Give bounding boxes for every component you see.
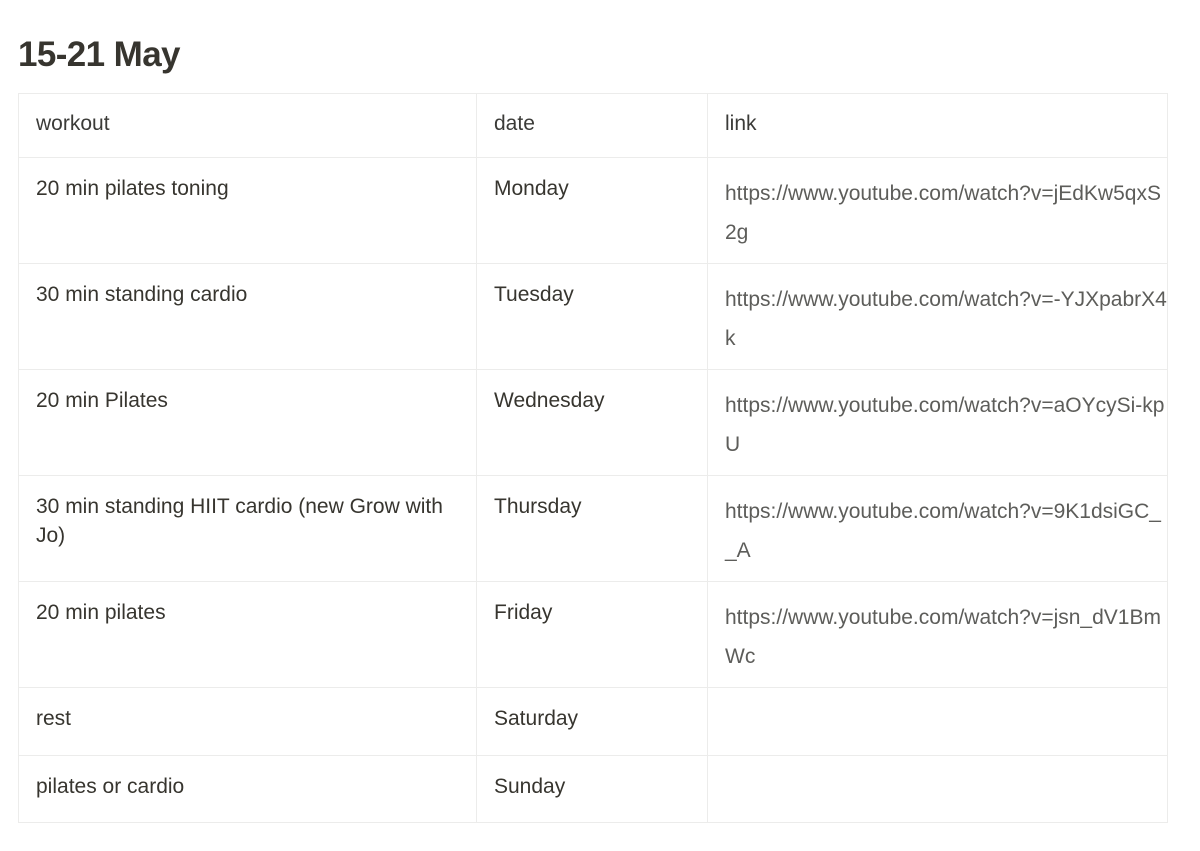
workout-text: 20 min pilates toning [36,177,229,200]
table-row: pilates or cardio Sunday [18,755,1168,823]
cell-link[interactable] [707,687,1168,756]
table-row: 20 min pilates Friday https://www.youtub… [18,581,1168,688]
workout-text: pilates or cardio [36,775,185,798]
table-body: 20 min pilates toning Monday https://www… [18,157,1168,823]
workout-text: 20 min pilates [36,601,166,624]
page-title: 15-21 May [18,35,181,75]
column-header-date[interactable]: date [476,93,708,158]
cell-date[interactable]: Thursday [476,475,708,582]
cell-workout[interactable]: pilates or cardio [18,755,477,823]
date-text: Friday [494,601,553,624]
table-header: workout date link [18,93,1168,158]
cell-date[interactable]: Wednesday [476,369,708,476]
youtube-link[interactable]: https://www.youtube.com/watch?v=9K1dsiGC… [725,500,1161,562]
table-header-row: workout date link [18,93,1168,158]
date-text: Wednesday [494,389,605,412]
date-text: Tuesday [494,283,574,306]
table-row: 20 min pilates toning Monday https://www… [18,157,1168,264]
cell-workout[interactable]: 20 min pilates [18,581,477,688]
table-row: 30 min standing HIIT cardio (new Grow wi… [18,475,1168,582]
table-row: 20 min Pilates Wednesday https://www.you… [18,369,1168,476]
workout-text: rest [36,707,72,730]
table-row: rest Saturday [18,687,1168,756]
column-header-workout[interactable]: workout [18,93,477,158]
cell-date[interactable]: Sunday [476,755,708,823]
cell-date[interactable]: Monday [476,157,708,264]
cell-link[interactable]: https://www.youtube.com/watch?v=jEdKw5qx… [707,157,1168,264]
cell-link[interactable]: https://www.youtube.com/watch?v=jsn_dV1B… [707,581,1168,688]
cell-workout[interactable]: rest [18,687,477,756]
cell-date[interactable]: Tuesday [476,263,708,370]
workout-text: 20 min Pilates [36,389,168,412]
date-text: Monday [494,177,569,200]
schedule-table: workout date link 20 min pilates toning … [18,93,1168,823]
cell-date[interactable]: Saturday [476,687,708,756]
cell-link[interactable]: https://www.youtube.com/watch?v=-YJXpabr… [707,263,1168,370]
workout-text: 30 min standing HIIT cardio (new Grow wi… [36,495,443,547]
cell-workout[interactable]: 20 min pilates toning [18,157,477,264]
schedule-table-wrapper: workout date link 20 min pilates toning … [18,93,1168,823]
youtube-link[interactable]: https://www.youtube.com/watch?v=jEdKw5qx… [725,182,1161,244]
cell-workout[interactable]: 30 min standing cardio [18,263,477,370]
cell-workout[interactable]: 30 min standing HIIT cardio (new Grow wi… [18,475,477,582]
date-text: Saturday [494,707,579,730]
cell-link[interactable] [707,755,1168,823]
cell-date[interactable]: Friday [476,581,708,688]
cell-link[interactable]: https://www.youtube.com/watch?v=aOYcySi-… [707,369,1168,476]
cell-workout[interactable]: 20 min Pilates [18,369,477,476]
page-root: 15-21 May workout date link 20 min pilat… [0,0,1200,851]
date-text: Sunday [494,775,566,798]
table-row: 30 min standing cardio Tuesday https://w… [18,263,1168,370]
column-header-link[interactable]: link [707,93,1168,158]
cell-link[interactable]: https://www.youtube.com/watch?v=9K1dsiGC… [707,475,1168,582]
youtube-link[interactable]: https://www.youtube.com/watch?v=jsn_dV1B… [725,606,1161,668]
workout-text: 30 min standing cardio [36,283,248,306]
youtube-link[interactable]: https://www.youtube.com/watch?v=aOYcySi-… [725,394,1165,456]
date-text: Thursday [494,495,582,518]
youtube-link[interactable]: https://www.youtube.com/watch?v=-YJXpabr… [725,288,1167,350]
